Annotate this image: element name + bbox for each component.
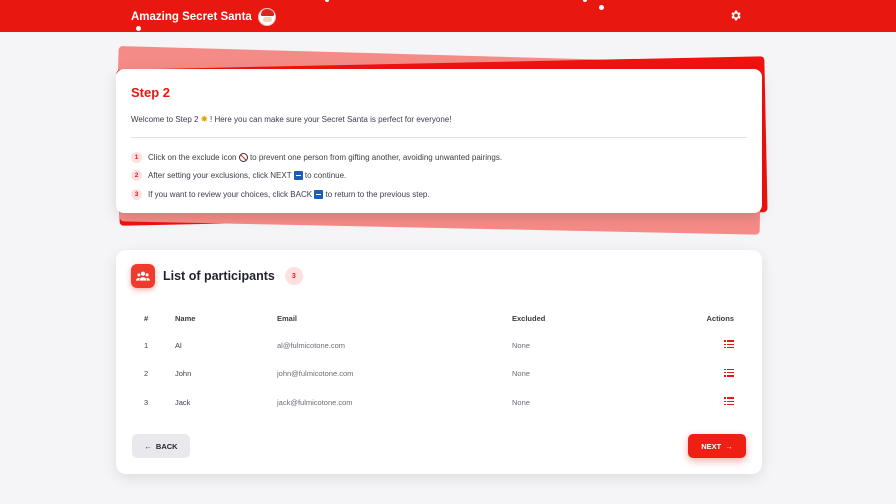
santa-icon	[257, 8, 276, 26]
row-actions	[662, 360, 747, 389]
app-brand[interactable]: Amazing Secret Santa	[131, 8, 276, 26]
back-key-icon	[314, 189, 324, 199]
snowflake-decoration	[599, 5, 604, 10]
instruction-item: 2 After setting your exclusions, click N…	[131, 167, 747, 186]
step-instructions-card: Step 2 Welcome to Step 2 ✸ ! Here you ca…	[116, 69, 762, 213]
row-email: jack@fulmicotone.com	[277, 397, 353, 407]
column-header-num: #	[144, 314, 149, 323]
participants-card: List of participants 3 # Name Email Excl…	[116, 250, 762, 474]
participants-count-badge: 3	[284, 267, 303, 285]
step-welcome-text: Welcome to Step 2 ✸ ! Here you can make …	[131, 114, 452, 124]
instruction-list: 1 Click on the exclude icon to prevent o…	[131, 148, 747, 204]
exclusion-list-icon[interactable]	[724, 397, 734, 406]
participants-table: # Name Email Excluded Actions 1 Al al@fu…	[131, 306, 747, 417]
table-row: 1 Al al@fulmicotone.com None	[131, 331, 747, 360]
group-icon	[136, 271, 150, 281]
row-actions	[662, 388, 747, 417]
column-header-email: Email	[277, 314, 298, 323]
arrow-right-icon: →	[725, 441, 733, 451]
ban-icon	[238, 152, 248, 162]
row-name: Jack	[175, 397, 191, 407]
participants-title: List of participants	[163, 269, 275, 283]
people-icon	[131, 264, 155, 288]
exclusion-list-icon[interactable]	[724, 368, 734, 377]
row-num: 2	[144, 369, 149, 379]
app-title: Amazing Secret Santa	[131, 11, 252, 23]
next-button[interactable]: NEXT →	[688, 434, 746, 458]
back-button[interactable]: ← BACK	[132, 434, 190, 458]
row-excluded: None	[512, 369, 530, 379]
table-header-row: # Name Email Excluded Actions	[131, 306, 747, 331]
gear-icon[interactable]	[729, 9, 742, 22]
row-email: john@fulmicotone.com	[277, 369, 354, 379]
row-email: al@fulmicotone.com	[277, 340, 346, 350]
instruction-number: 2	[131, 170, 142, 182]
row-num: 1	[144, 340, 149, 350]
top-app-bar: Amazing Secret Santa	[0, 0, 896, 32]
row-excluded: None	[512, 340, 530, 350]
row-actions	[662, 331, 747, 360]
instruction-number: 3	[131, 188, 142, 200]
sparkle-icon: ✸	[200, 114, 208, 124]
arrow-left-icon: ←	[144, 441, 152, 451]
step-title: Step 2	[131, 85, 171, 100]
row-name: Al	[175, 340, 182, 350]
row-name: John	[175, 369, 192, 379]
exclusion-list-icon[interactable]	[724, 340, 734, 349]
row-num: 3	[144, 397, 149, 407]
column-header-name: Name	[175, 314, 196, 323]
column-header-actions: Actions	[706, 314, 734, 323]
row-excluded: None	[512, 397, 530, 407]
table-row: 2 John john@fulmicotone.com None	[131, 360, 747, 389]
table-row: 3 Jack jack@fulmicotone.com None	[131, 388, 747, 417]
column-header-excluded: Excluded	[512, 314, 546, 323]
instruction-item: 3 If you want to review your choices, cl…	[131, 185, 747, 204]
snowflake-decoration	[136, 26, 141, 31]
divider	[131, 137, 747, 138]
participants-header: List of participants 3	[131, 264, 303, 288]
next-key-icon	[293, 171, 303, 181]
instruction-item: 1 Click on the exclude icon to prevent o…	[131, 148, 747, 167]
instruction-number: 1	[131, 151, 142, 163]
